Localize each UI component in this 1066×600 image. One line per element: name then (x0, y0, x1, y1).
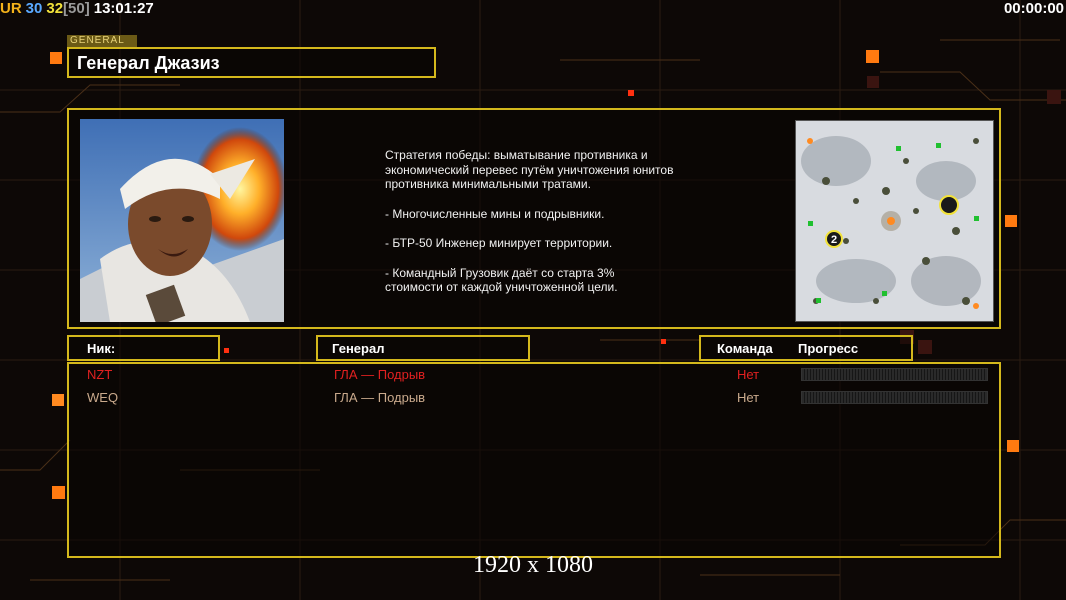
description-line: - БТР-50 Инженер минирует территории. (385, 236, 613, 250)
nick-column-header: Ник: (67, 335, 220, 361)
hud-value-3: [50] (63, 0, 90, 17)
hud-value-1: 30 (25, 0, 43, 17)
resolution-overlay: 1920 x 1080 (473, 552, 593, 578)
player-nick: NZT (87, 367, 113, 382)
general-portrait (80, 119, 284, 322)
hud-time: 13:01:27 (93, 0, 154, 17)
hud-ur: UR (0, 0, 22, 17)
strategy-description: Стратегия победы: выматывание противника… (385, 148, 725, 310)
players-list: NZT ГЛА — Подрыв Нет WEQ ГЛА — Подрыв Не… (67, 362, 1001, 558)
player-row: NZT ГЛА — Подрыв Нет (69, 364, 999, 384)
player-general: ГЛА — Подрыв (334, 390, 426, 405)
player-row: WEQ ГЛА — Подрыв Нет (69, 387, 999, 407)
general-header-label: Генерал (332, 341, 385, 356)
description-line: Стратегия победы: выматывание противника… (385, 148, 674, 191)
general-column-header: Генерал (316, 335, 530, 361)
description-line: - Многочисленные мины и подрывники. (385, 206, 605, 221)
player-progress-bar (801, 391, 988, 404)
general-title-box: Генерал Джазиз (67, 47, 436, 78)
match-timer: 00:00:00 (1003, 0, 1064, 17)
player-team: Нет (737, 367, 760, 382)
general-tag: GENERAL (67, 35, 137, 47)
minimap[interactable]: 2 (795, 120, 994, 322)
general-info-panel: Стратегия победы: выматывание противника… (67, 108, 1001, 329)
team-progress-column-header: Команда Прогресс (699, 335, 913, 361)
description-line: - Командный Грузовик даёт со старта 3% с… (385, 265, 618, 295)
hud-stats: UR 30 32[50] 13:01:27 (0, 0, 158, 18)
player-general: ГЛА — Подрыв (334, 367, 426, 382)
team-header-label: Команда (717, 341, 773, 356)
player-progress-bar (801, 368, 988, 381)
nick-header-label: Ник: (87, 341, 116, 356)
player-team: Нет (737, 390, 760, 405)
player-nick: WEQ (87, 390, 119, 405)
general-title: Генерал Джазиз (77, 53, 220, 73)
progress-header-label: Прогресс (798, 341, 859, 356)
hud-value-2: 32 (46, 0, 64, 17)
minimap-player-marker: 2 (831, 234, 837, 246)
